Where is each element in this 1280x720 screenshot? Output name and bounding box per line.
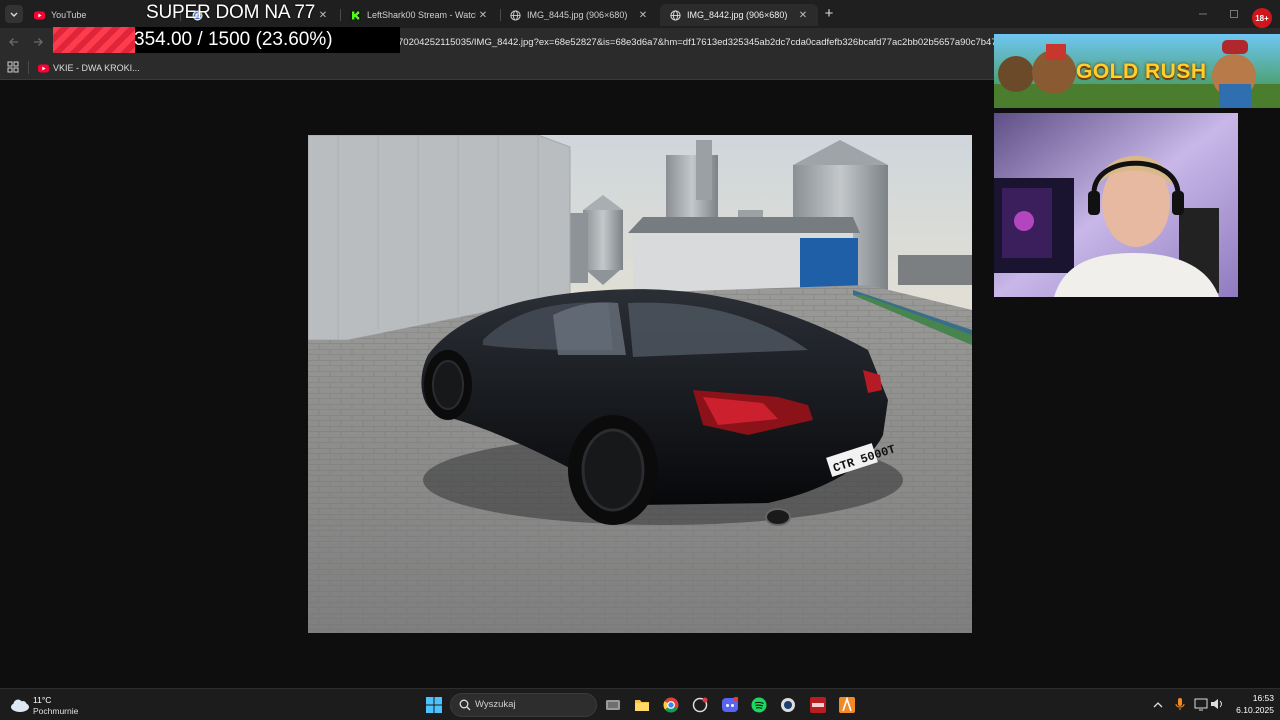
kick-icon — [350, 9, 361, 21]
orange-app-icon — [839, 696, 855, 713]
network-indicator[interactable] — [1194, 697, 1208, 711]
tab-leftshark-stream[interactable]: LeftShark00 Stream - Watch Li ✕ — [340, 4, 498, 26]
chevron-up-icon — [1153, 702, 1163, 708]
youtube-icon — [38, 64, 49, 72]
banner-title: GOLD RUSH — [1076, 60, 1207, 83]
new-tab-button[interactable]: + — [820, 6, 838, 22]
chrome-button[interactable] — [663, 697, 679, 713]
clock[interactable]: 16:53 6.10.2025 — [1230, 693, 1274, 717]
tab-img-8442[interactable]: IMG_8442.jpg (906×680) ✕ — [660, 4, 818, 26]
close-icon[interactable]: ✕ — [476, 10, 490, 21]
weather-desc: Pochmurnie — [33, 706, 79, 716]
bookmark-item[interactable]: VKIE - DWA KROKI... — [38, 59, 140, 77]
start-button[interactable] — [426, 697, 442, 713]
restore-button[interactable] — [1227, 7, 1241, 21]
youtube-icon — [34, 11, 45, 19]
back-button[interactable] — [6, 34, 22, 50]
address-bar[interactable]: 70204252115035/IMG_8442.jpg?ex=68e52827&… — [398, 32, 996, 52]
stream-goal-progress: 354.00 / 1500 (23.60%) — [53, 27, 400, 53]
weather-widget[interactable]: 11°C Pochmurnie — [10, 693, 90, 717]
chevron-down-icon — [10, 12, 18, 17]
progress-text: 354.00 / 1500 (23.60%) — [134, 29, 333, 50]
game-banner: GOLD RUSH — [994, 34, 1280, 108]
taskbar-search[interactable]: Wyszukaj — [450, 693, 597, 717]
task-view-icon — [606, 700, 620, 710]
speaker-icon — [1211, 699, 1222, 709]
viewed-image: CTR 5000T — [308, 135, 972, 633]
app-button-2[interactable] — [780, 697, 796, 713]
tab-label: LeftShark00 Stream - Watch Li — [367, 10, 476, 20]
chrome-icon — [663, 697, 679, 713]
windows-taskbar: 11°C Pochmurnie Wyszukaj 16:53 6.10.2025 — [0, 688, 1280, 720]
microphone-indicator[interactable] — [1174, 697, 1186, 711]
close-icon[interactable]: ✕ — [636, 10, 650, 21]
app-button[interactable] — [692, 697, 708, 713]
ring-app-icon — [781, 698, 795, 712]
stream-goal-title: SUPER DOM NA 77 — [146, 2, 316, 23]
app-button-3[interactable] — [810, 697, 826, 713]
arrow-left-icon — [9, 38, 18, 46]
clock-date: 6.10.2025 — [1236, 705, 1274, 715]
tab-label: IMG_8445.jpg (906×680) — [527, 10, 628, 20]
red-app-icon — [810, 697, 826, 713]
search-icon — [459, 699, 471, 711]
car-photo — [308, 135, 972, 633]
cloud-icon — [11, 699, 29, 712]
apps-button[interactable] — [7, 61, 20, 74]
progress-fill — [53, 27, 135, 53]
bookmark-label: VKIE - DWA KROKI... — [53, 63, 140, 73]
circle-app-icon — [692, 697, 708, 713]
address-url: 70204252115035/IMG_8442.jpg?ex=68e52827&… — [398, 37, 996, 48]
apps-grid-icon — [7, 61, 19, 73]
restore-icon — [1230, 10, 1238, 18]
app-button-4[interactable] — [839, 696, 855, 713]
system-tray-chevron[interactable] — [1152, 698, 1164, 710]
windows-logo-icon — [426, 697, 442, 713]
minimize-button[interactable] — [1196, 7, 1210, 21]
tab-search-button[interactable] — [5, 5, 23, 23]
age-rating-text: 18+ — [1255, 14, 1269, 23]
spotify-icon — [751, 697, 767, 713]
discord-button[interactable] — [722, 696, 739, 713]
globe-icon — [510, 9, 521, 21]
weather-temp: 11°C — [33, 695, 52, 705]
search-placeholder: Wyszukaj — [475, 699, 516, 710]
spotify-button[interactable] — [751, 697, 767, 713]
tab-label: IMG_8442.jpg (906×680) — [687, 10, 788, 20]
close-icon[interactable]: ✕ — [316, 10, 330, 21]
network-icon — [1194, 698, 1208, 711]
microphone-icon — [1175, 698, 1185, 710]
bookmark-separator — [28, 61, 29, 74]
tab-img-8445[interactable]: IMG_8445.jpg (906×680) ✕ — [500, 4, 658, 26]
discord-icon — [722, 696, 739, 712]
task-view-button[interactable] — [605, 697, 621, 713]
webcam-feed — [994, 113, 1238, 297]
folder-icon — [635, 700, 649, 711]
file-explorer-button[interactable] — [634, 697, 650, 713]
forward-button[interactable] — [30, 34, 46, 50]
minimize-icon — [1199, 13, 1207, 15]
volume-indicator[interactable] — [1210, 697, 1224, 711]
globe-icon — [670, 9, 681, 21]
webcam-art — [994, 113, 1238, 297]
clock-time: 16:53 — [1252, 693, 1274, 703]
age-rating-badge: 18+ — [1252, 8, 1272, 28]
arrow-right-icon — [34, 38, 43, 46]
close-icon[interactable]: ✕ — [796, 10, 810, 21]
